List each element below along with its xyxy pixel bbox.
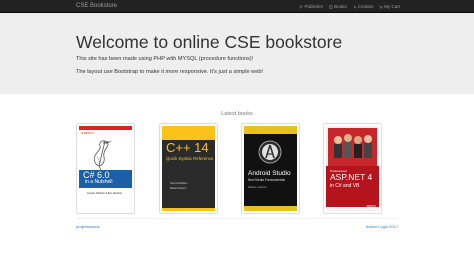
jumbotron: Welcome to online CSE bookstore This sit…	[0, 13, 474, 94]
intro-line-2: The layout use Bootstrap to make it more…	[76, 69, 263, 75]
bird-illustration-icon	[93, 140, 112, 171]
phone-icon	[353, 5, 357, 8]
navbar-brand[interactable]: CSE Bookstore	[76, 2, 117, 11]
intro-line-1: This site has been made using PHP with M…	[76, 56, 254, 62]
book-cover-image: O'REILLY C# 6.0 in a Nutshell Joseph Alb…	[79, 126, 132, 211]
authors-photo-icon	[328, 128, 377, 166]
book-cover-image: Professional ASP.NET 4 in C# and VB WROX	[326, 126, 379, 211]
cover-photo	[328, 128, 377, 166]
nav-item-publisher[interactable]: Publisher	[299, 2, 323, 11]
nav-item-cart[interactable]: My Cart	[379, 2, 400, 11]
android-studio-logo-icon	[258, 140, 282, 164]
book-card-cpp14[interactable]: C++ 14 Quick Syntax Reference Second Edi…	[159, 123, 218, 214]
book-icon	[329, 4, 333, 9]
book-card-aspnet4[interactable]: Professional ASP.NET 4 in C# and VB WROX	[323, 123, 382, 214]
nav-item-label: My Cart	[384, 4, 400, 9]
cover-stripe	[79, 126, 132, 130]
book-subtitle: in C# and VB	[330, 183, 360, 189]
cover-publisher: O'REILLY	[81, 131, 95, 135]
paperclip-icon	[300, 4, 304, 8]
book-author: Wallace Jackson	[248, 186, 267, 189]
book-subtitle: in a Nutshell	[85, 179, 113, 185]
book-publisher: WROX	[366, 204, 376, 208]
book-authors: Joseph Albahari & Ben Albahari	[87, 192, 123, 195]
book-card-csharp[interactable]: O'REILLY C# 6.0 in a Nutshell Joseph Alb…	[76, 123, 135, 214]
footer-credit-link[interactable]: projectworlds	[76, 224, 100, 229]
nav-item-contact[interactable]: Contact	[353, 2, 374, 11]
book-cover-image: Android Studio New Media Fundamentals Wa…	[244, 126, 297, 211]
book-title: ASP.NET 4	[330, 172, 373, 182]
cover-stripe	[244, 206, 297, 211]
book-edition: Second Edition	[170, 182, 188, 185]
book-publisher: Apress	[201, 204, 211, 208]
book-cover-image: C++ 14 Quick Syntax Reference Second Edi…	[162, 126, 215, 211]
nav-item-label: Publisher	[304, 4, 324, 9]
book-subtitle: New Media Fundamentals	[248, 178, 286, 182]
cover-stripe	[244, 126, 297, 134]
book-title: Android Studio	[248, 170, 291, 177]
admin-login-link[interactable]: Admin Login 2017	[366, 224, 398, 229]
nav-item-label: Contact	[357, 4, 374, 9]
book-title: C++ 14	[166, 140, 209, 155]
cart-icon	[379, 5, 384, 9]
footer-divider	[76, 218, 398, 219]
book-card-android-studio[interactable]: Android Studio New Media Fundamentals Wa…	[241, 123, 300, 214]
nav-item-books[interactable]: Books	[329, 2, 347, 11]
book-author: Mikael Olsson	[170, 187, 187, 190]
latest-books-heading: Latest books	[221, 111, 253, 117]
book-subtitle: Quick Syntax Reference	[166, 156, 214, 161]
navbar-menu: Publisher Books Contact My Cart	[299, 2, 400, 11]
page-title: Welcome to online CSE bookstore	[76, 32, 343, 52]
nav-item-label: Books	[334, 4, 347, 9]
navbar: CSE Bookstore Publisher Books Contact My…	[0, 0, 474, 13]
